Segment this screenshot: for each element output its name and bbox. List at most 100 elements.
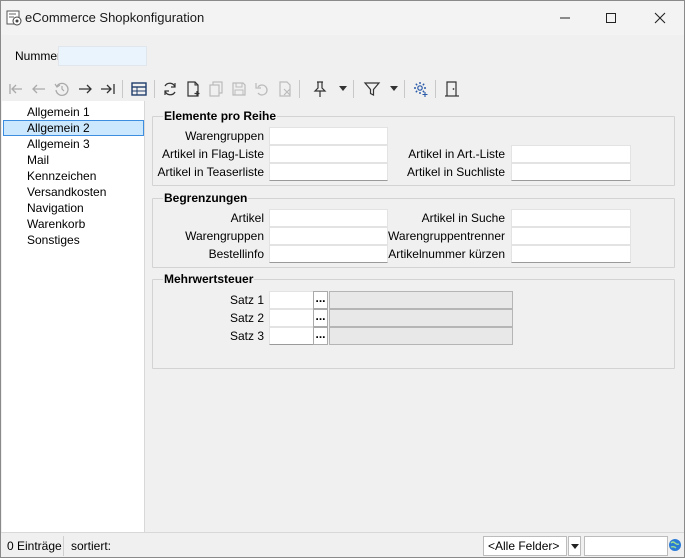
sidebar-item-sonstiges[interactable]: Sonstiges xyxy=(3,232,144,248)
close-button[interactable] xyxy=(637,1,683,35)
elemente-group-title: Elemente pro Reihe xyxy=(163,109,278,123)
sidebar-item-navigation[interactable]: Navigation xyxy=(3,200,144,216)
satz-1-description xyxy=(329,291,513,309)
satz-3-input[interactable] xyxy=(269,327,314,345)
first-record-button[interactable] xyxy=(5,77,27,101)
satz-1-input[interactable] xyxy=(269,291,314,309)
satz-1-lookup-button[interactable]: ... xyxy=(313,291,328,309)
refresh-icon xyxy=(164,82,176,96)
sidebar-item-mail[interactable]: Mail xyxy=(3,152,144,168)
last-record-button[interactable] xyxy=(97,77,119,101)
sidebar-item-versandkosten[interactable]: Versandkosten xyxy=(3,184,144,200)
app-icon xyxy=(6,10,22,26)
forward-icon xyxy=(79,84,92,94)
begrenzung-warengruppen-label: Warengruppen xyxy=(185,229,264,243)
satz-2-label: Satz 2 xyxy=(229,311,264,325)
satz-1-label: Satz 1 xyxy=(229,293,264,307)
satz-3-description xyxy=(329,327,513,345)
mehrwertsteuer-group-title: Mehrwertsteuer xyxy=(163,272,255,286)
warengruppentrenner-input[interactable] xyxy=(511,227,631,245)
elemente-warengruppen-input[interactable] xyxy=(269,127,388,145)
next-record-button[interactable] xyxy=(74,77,96,101)
begrenzungen-group-title: Begrenzungen xyxy=(163,191,249,205)
previous-record-button[interactable] xyxy=(28,77,50,101)
satz-3-lookup-button[interactable]: ... xyxy=(313,327,328,345)
artikel-in-suche-label: Artikel in Suche xyxy=(421,211,505,225)
begrenzung-artikel-input[interactable] xyxy=(269,209,388,227)
bestellinfo-label: Bestellinfo xyxy=(208,247,264,261)
minimize-button[interactable] xyxy=(542,1,588,35)
satz-2-lookup-button[interactable]: ... xyxy=(313,309,328,327)
title-bar: eCommerce Shopkonfiguration xyxy=(1,1,684,35)
delete-icon xyxy=(279,81,291,97)
field-filter-select[interactable]: <Alle Felder> xyxy=(483,536,567,556)
field-filter-dropdown-icon[interactable] xyxy=(568,536,581,556)
exit-button[interactable] xyxy=(441,77,463,101)
main-window: eCommerce Shopkonfiguration Nummer Allge… xyxy=(0,0,685,558)
filter-button[interactable] xyxy=(361,77,383,101)
artikel-teaserliste-label: Artikel in Teaserliste xyxy=(157,165,265,179)
record-count: 0 Einträge xyxy=(7,539,62,553)
window-title: eCommerce Shopkonfiguration xyxy=(25,10,205,25)
sort-status: sortiert: xyxy=(71,539,112,553)
sidebar: Allgemein 1 Allgemein 2 Allgemein 3 Mail… xyxy=(2,101,145,532)
artikel-flag-liste-label: Artikel in Flag-Liste xyxy=(161,147,264,161)
pin-dropdown-icon[interactable] xyxy=(339,86,347,91)
artikel-teaserliste-input[interactable] xyxy=(269,163,388,181)
warengruppentrenner-label: Warengruppentrenner xyxy=(388,229,505,243)
settings-button[interactable] xyxy=(410,77,432,101)
exit-icon xyxy=(445,81,459,97)
copy-button[interactable] xyxy=(205,77,227,101)
globe-icon[interactable] xyxy=(668,538,682,552)
artikel-in-suche-input[interactable] xyxy=(511,209,631,227)
sidebar-item-allgemein-1[interactable]: Allgemein 1 xyxy=(3,104,144,120)
sidebar-item-allgemein-3[interactable]: Allgemein 3 xyxy=(3,136,144,152)
artikel-suchliste-label: Artikel in Suchliste xyxy=(406,165,505,179)
artikelnummer-kuerzen-input[interactable] xyxy=(511,245,631,263)
pin-button[interactable] xyxy=(309,77,331,101)
begrenzung-warengruppen-input[interactable] xyxy=(269,227,388,245)
pin-icon xyxy=(313,81,327,97)
nummer-input[interactable] xyxy=(58,46,147,66)
warengruppen-label: Warengruppen xyxy=(185,129,264,143)
history-icon xyxy=(54,82,69,96)
table-icon xyxy=(131,82,147,96)
refresh-button[interactable] xyxy=(159,77,181,101)
toolbar xyxy=(1,77,684,101)
last-icon xyxy=(101,84,115,94)
new-button[interactable] xyxy=(182,77,204,101)
sidebar-item-warenkorb[interactable]: Warenkorb xyxy=(3,216,144,232)
satz-2-description xyxy=(329,309,513,327)
artikel-flag-liste-input[interactable] xyxy=(269,145,388,163)
first-icon xyxy=(9,84,22,94)
filter-dropdown-icon[interactable] xyxy=(390,86,398,91)
nummer-label: Nummer xyxy=(15,49,62,63)
filter-icon xyxy=(363,82,381,96)
sidebar-item-allgemein-2[interactable]: Allgemein 2 xyxy=(3,120,144,136)
undo-button[interactable] xyxy=(251,77,273,101)
artikel-suchliste-input[interactable] xyxy=(511,163,631,181)
minimize-icon xyxy=(560,17,570,19)
artikel-art-liste-input[interactable] xyxy=(511,145,631,163)
new-document-icon xyxy=(187,81,200,97)
settings-icon xyxy=(414,82,428,97)
satz-2-input[interactable] xyxy=(269,309,314,327)
content-panel: Elemente pro Reihe Warengruppen Artikel … xyxy=(145,101,684,532)
history-button[interactable] xyxy=(51,77,73,101)
maximize-icon xyxy=(606,13,616,23)
artikel-art-liste-label: Artikel in Art.-Liste xyxy=(408,147,505,161)
status-bar: 0 Einträge sortiert: <Alle Felder> xyxy=(1,532,684,557)
sidebar-item-kennzeichen[interactable]: Kennzeichen xyxy=(3,168,144,184)
status-search-input[interactable] xyxy=(584,536,668,556)
save-icon xyxy=(232,82,246,96)
undo-icon xyxy=(255,83,268,96)
back-icon xyxy=(32,84,45,94)
maximize-button[interactable] xyxy=(588,1,634,35)
artikelnummer-kuerzen-label: Artikelnummer kürzen xyxy=(388,247,505,261)
save-button[interactable] xyxy=(228,77,250,101)
bestellinfo-input[interactable] xyxy=(269,245,388,263)
table-view-button[interactable] xyxy=(128,77,150,101)
copy-icon xyxy=(209,81,223,97)
begrenzung-artikel-label: Artikel xyxy=(230,211,264,225)
delete-button[interactable] xyxy=(274,77,296,101)
